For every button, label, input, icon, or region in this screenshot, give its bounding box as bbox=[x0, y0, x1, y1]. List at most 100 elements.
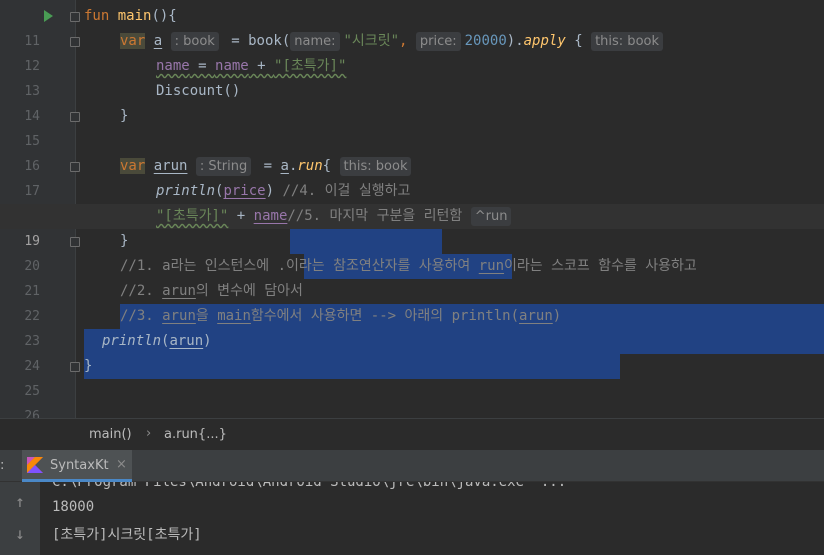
console-line: 18000 bbox=[52, 499, 95, 515]
code-text: (){ bbox=[151, 8, 177, 24]
variable-name: a bbox=[153, 33, 163, 49]
console-line: [초특가]시크릿[초특가] bbox=[52, 527, 202, 543]
code-comment: main bbox=[217, 308, 251, 324]
code-text: ). bbox=[506, 33, 524, 49]
code-line-27[interactable]: 27 bbox=[0, 404, 824, 418]
code-text: { bbox=[322, 158, 332, 174]
string-literal: "시크릿" bbox=[343, 33, 400, 49]
code-line-11[interactable]: 11 fun main(){ bbox=[0, 4, 824, 49]
code-comment: //1. a라는 인스턴스에 .이라는 참조연산자를 사용하여 bbox=[120, 258, 479, 274]
breadcrumb-separator-icon: › bbox=[146, 426, 152, 441]
breadcrumb: main() › a.run{...} bbox=[0, 418, 824, 450]
code-editor[interactable]: 11 fun main(){ 12 var a : book = book(na… bbox=[0, 0, 824, 418]
code-line-15[interactable]: 15 } bbox=[0, 104, 824, 149]
property-name: price bbox=[223, 183, 266, 199]
function-name: apply bbox=[523, 33, 566, 49]
code-comment: //3. bbox=[120, 308, 163, 324]
code-comment: run bbox=[478, 258, 505, 274]
this-hint: this: book bbox=[591, 32, 663, 51]
code-line-17[interactable]: 17 var arun : String = a.run{ this: book bbox=[0, 154, 824, 199]
code-text: { bbox=[565, 33, 583, 49]
code-text: + bbox=[248, 58, 275, 74]
tab-label: SyntaxKt bbox=[50, 458, 109, 473]
console-line: C:\Program Files\Android\Android Studio\… bbox=[52, 482, 567, 490]
breadcrumb-item-run[interactable]: a.run{...} bbox=[164, 427, 227, 442]
code-text: ) bbox=[203, 333, 212, 349]
param-hint: price: bbox=[415, 32, 461, 51]
code-text: = bbox=[255, 158, 281, 174]
run-tool-window: : SyntaxKt × ↑ ↓ C:\Program Files\Androi… bbox=[0, 450, 824, 555]
fold-marker-icon[interactable] bbox=[70, 237, 80, 247]
function-name: main bbox=[117, 8, 152, 24]
tool-window-title-fragment: : bbox=[0, 458, 5, 473]
code-comment: arun bbox=[519, 308, 553, 324]
property-name: name bbox=[215, 58, 249, 74]
fold-marker-icon[interactable] bbox=[70, 112, 80, 122]
code-comment: ) bbox=[552, 308, 562, 324]
close-icon[interactable]: × bbox=[116, 457, 127, 472]
code-line-24[interactable]: 24 println(arun) bbox=[0, 329, 824, 374]
code-line-25[interactable]: 25 } bbox=[0, 354, 824, 399]
code-line-21[interactable]: 21 //1. a라는 인스턴스에 .이라는 참조연산자를 사용하여 run이라… bbox=[0, 254, 824, 329]
code-text: = bbox=[189, 58, 216, 74]
function-name: println bbox=[156, 183, 216, 199]
code-text: Discount() bbox=[156, 83, 241, 99]
function-name: println bbox=[102, 333, 162, 349]
code-comment: //4. 이걸 실행하고 bbox=[282, 183, 411, 199]
code-line-19[interactable]: 19 "[초특가]" + name//5. 마지막 구분을 리턴함 ^run bbox=[0, 204, 824, 279]
breadcrumb-item-main[interactable]: main() bbox=[89, 427, 132, 442]
variable-name: a bbox=[280, 158, 289, 174]
code-line-12[interactable]: 12 var a : book = book(name: "시크릿", price… bbox=[0, 29, 824, 74]
fold-marker-icon[interactable] bbox=[70, 12, 80, 22]
code-text: } bbox=[120, 233, 129, 249]
code-line-20[interactable]: 20 } bbox=[0, 229, 824, 274]
this-hint: this: book bbox=[339, 157, 412, 176]
code-comment: arun bbox=[162, 283, 196, 299]
code-comment: 함수에서 사용하면 --> 아래의 println( bbox=[250, 308, 520, 324]
code-line-13[interactable]: 13 name = name + "[초특가]" bbox=[0, 54, 824, 99]
number-literal: 20000 bbox=[464, 33, 507, 49]
type-hint: : String bbox=[195, 157, 252, 176]
code-line-22[interactable]: 22 //2. arun의 변수에 담아서 bbox=[0, 279, 824, 354]
arrow-up-icon[interactable]: ↑ bbox=[10, 492, 30, 512]
fold-marker-icon[interactable] bbox=[70, 162, 80, 172]
code-comment: 을 bbox=[195, 308, 218, 324]
code-line-23[interactable]: 23 //3. arun을 main함수에서 사용하면 --> 아래의 prin… bbox=[0, 304, 824, 379]
code-comment: 의 변수에 담아서 bbox=[195, 283, 303, 299]
string-literal: "[초특가]" bbox=[156, 208, 229, 224]
run-toolbar: ↑ ↓ bbox=[0, 482, 40, 555]
code-text: ) bbox=[265, 183, 275, 199]
punctuation: , bbox=[399, 33, 408, 49]
console-output[interactable]: C:\Program Files\Android\Android Studio\… bbox=[40, 482, 824, 555]
keyword: var bbox=[120, 33, 146, 49]
variable-name: arun bbox=[153, 158, 188, 174]
code-comment: //2. bbox=[120, 283, 163, 299]
return-hint: ^run bbox=[470, 207, 512, 226]
code-text: + bbox=[228, 208, 254, 224]
code-comment: //5. 마지막 구분을 리턴함 bbox=[287, 208, 463, 224]
keyword: fun bbox=[84, 8, 110, 24]
code-line-26[interactable]: 26 bbox=[0, 379, 824, 418]
code-line-14[interactable]: 14 Discount() bbox=[0, 79, 824, 124]
arrow-down-icon[interactable]: ↓ bbox=[10, 524, 30, 544]
code-line-18[interactable]: 18 println(price) //4. 이걸 실행하고 bbox=[0, 179, 824, 254]
code-comment: arun bbox=[162, 308, 196, 324]
variable-name: arun bbox=[169, 333, 204, 349]
code-text: = book( bbox=[222, 33, 291, 49]
property-name: name bbox=[253, 208, 288, 224]
code-text: } bbox=[120, 108, 129, 124]
play-icon[interactable] bbox=[44, 10, 53, 22]
code-line-16[interactable]: 16 bbox=[0, 129, 824, 174]
tab-syntaxkt[interactable]: SyntaxKt × bbox=[22, 450, 132, 482]
code-text: } bbox=[84, 358, 93, 374]
param-hint: name: bbox=[290, 32, 340, 51]
keyword: var bbox=[120, 158, 146, 174]
fold-marker-icon[interactable] bbox=[70, 37, 80, 47]
function-name: run bbox=[297, 158, 323, 174]
run-tab-bar: : SyntaxKt × bbox=[0, 450, 824, 482]
kotlin-icon bbox=[27, 457, 43, 473]
fold-marker-icon[interactable] bbox=[70, 362, 80, 372]
code-comment: 이라는 스코프 함수를 사용하고 bbox=[504, 258, 697, 274]
type-hint: : book bbox=[170, 32, 219, 51]
string-literal: "[초특가]" bbox=[274, 58, 347, 74]
